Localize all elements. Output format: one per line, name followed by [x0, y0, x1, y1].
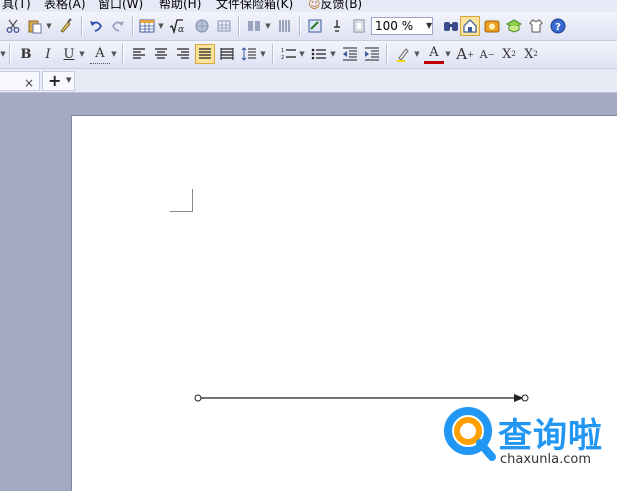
table-grid-icon[interactable]: [214, 16, 234, 36]
format-painter-icon[interactable]: [56, 16, 76, 36]
text-box-icon[interactable]: [327, 16, 347, 36]
standard-toolbar: ▼ ▼ α ▼ 100 % ▼ ?: [0, 12, 617, 41]
increase-indent-icon[interactable]: [362, 44, 382, 64]
separator: [9, 44, 11, 64]
bold-button[interactable]: B: [16, 44, 36, 64]
numbered-list-icon[interactable]: 12: [279, 44, 299, 64]
font-color-dropdown-arrow[interactable]: ▼: [445, 44, 451, 64]
bullet-list-dropdown-arrow[interactable]: ▼: [330, 44, 336, 64]
highlight-dropdown-arrow[interactable]: ▼: [414, 44, 420, 64]
align-center-icon[interactable]: [151, 44, 171, 64]
help-icon[interactable]: ?: [548, 16, 568, 36]
font-color-button[interactable]: A: [424, 44, 444, 64]
separator: [386, 44, 388, 64]
underline-button[interactable]: U: [59, 44, 79, 64]
line-spacing-dropdown-arrow[interactable]: ▼: [260, 44, 266, 64]
grow-font-plus-icon: +: [467, 49, 474, 59]
undo-icon[interactable]: [86, 16, 106, 36]
align-right-icon[interactable]: [173, 44, 193, 64]
zoom-dropdown-arrow[interactable]: ▼: [426, 17, 436, 35]
watermark-title: 查询啦: [498, 416, 603, 456]
numbered-list-dropdown-arrow[interactable]: ▼: [299, 44, 305, 64]
search-q-logo-icon: [444, 407, 496, 461]
drawing-icon[interactable]: [305, 16, 325, 36]
gallery-icon[interactable]: [482, 16, 502, 36]
line-spacing-icon[interactable]: [239, 44, 259, 64]
plus-icon: +: [48, 71, 62, 90]
find-icon[interactable]: [441, 16, 461, 36]
watermark-subtitle: chaxunla.com: [500, 452, 591, 467]
underline-dropdown-arrow[interactable]: ▼: [79, 44, 85, 64]
separator: [272, 44, 274, 64]
menu-file-vault[interactable]: 文件保险箱(K): [216, 0, 293, 12]
document-tab-bar: × + ▼: [0, 69, 617, 93]
char-border-dropdown-arrow[interactable]: ▼: [111, 44, 117, 64]
char-border-button[interactable]: A: [90, 44, 110, 64]
svg-text:1: 1: [281, 48, 284, 54]
menu-feedback[interactable]: ☺反馈(B): [308, 0, 362, 12]
justify-icon[interactable]: [195, 44, 215, 64]
bullet-list-icon[interactable]: [309, 44, 329, 64]
superscript-button[interactable]: X2: [499, 44, 519, 64]
separator: [238, 16, 240, 36]
skin-icon[interactable]: [526, 16, 546, 36]
columns-dropdown-arrow[interactable]: ▼: [265, 16, 271, 36]
shrink-font-minus-icon: −: [487, 49, 495, 59]
paste-icon[interactable]: [25, 16, 45, 36]
separator: [81, 16, 83, 36]
highlight-icon[interactable]: [393, 44, 413, 64]
svg-text:α: α: [178, 25, 184, 34]
watermark-logo: 查询啦 chaxunla.com: [440, 400, 617, 472]
separator: [299, 16, 301, 36]
subscript-button[interactable]: X2: [521, 44, 541, 64]
menu-bar: 具(T) 表格(A) 窗口(W) 帮助(H) 文件保险箱(K) ☺反馈(B): [0, 0, 617, 12]
format-toolbar: ▼ B I U ▼ A ▼ ▼ 12 ▼ ▼ ▼ A ▼ A + A − X 2…: [0, 41, 617, 69]
menu-tools[interactable]: 具(T): [2, 0, 31, 12]
feedback-icon: ☺: [308, 0, 321, 11]
menu-table[interactable]: 表格(A): [44, 0, 86, 12]
template-icon[interactable]: [504, 16, 524, 36]
page-margin-corner-mark: [170, 189, 193, 212]
separator: [122, 44, 124, 64]
zoom-input[interactable]: 100 %: [371, 17, 433, 35]
chevron-down-icon[interactable]: ▼: [66, 76, 71, 84]
menu-help[interactable]: 帮助(H): [159, 0, 201, 12]
line-start-handle[interactable]: [194, 394, 202, 402]
text-direction-icon[interactable]: [275, 16, 295, 36]
close-tab-icon[interactable]: ×: [24, 76, 34, 90]
table-dropdown-arrow[interactable]: ▼: [158, 16, 164, 36]
redo-icon[interactable]: [108, 16, 128, 36]
grow-font-button[interactable]: A +: [455, 44, 475, 64]
cut-icon[interactable]: [3, 16, 23, 36]
distributed-align-icon[interactable]: [217, 44, 237, 64]
menu-window[interactable]: 窗口(W): [98, 0, 143, 12]
align-left-icon[interactable]: [129, 44, 149, 64]
svg-text:2: 2: [281, 55, 284, 61]
decrease-indent-icon[interactable]: [340, 44, 360, 64]
italic-button[interactable]: I: [38, 44, 58, 64]
insert-table-icon[interactable]: [137, 16, 157, 36]
toolbar-overflow-arrow[interactable]: ▼: [0, 44, 6, 64]
svg-text:?: ?: [555, 22, 561, 33]
home-icon[interactable]: [460, 16, 480, 36]
formula-icon[interactable]: α: [168, 16, 192, 36]
separator: [132, 16, 134, 36]
page-icon[interactable]: [349, 16, 369, 36]
paste-dropdown-arrow[interactable]: ▼: [46, 16, 52, 36]
hyperlink-icon[interactable]: [192, 16, 212, 36]
shrink-font-button[interactable]: A −: [477, 44, 497, 64]
new-tab-button[interactable]: + ▼: [42, 71, 75, 91]
columns-icon[interactable]: [244, 16, 264, 36]
document-tab[interactable]: ×: [0, 71, 40, 91]
